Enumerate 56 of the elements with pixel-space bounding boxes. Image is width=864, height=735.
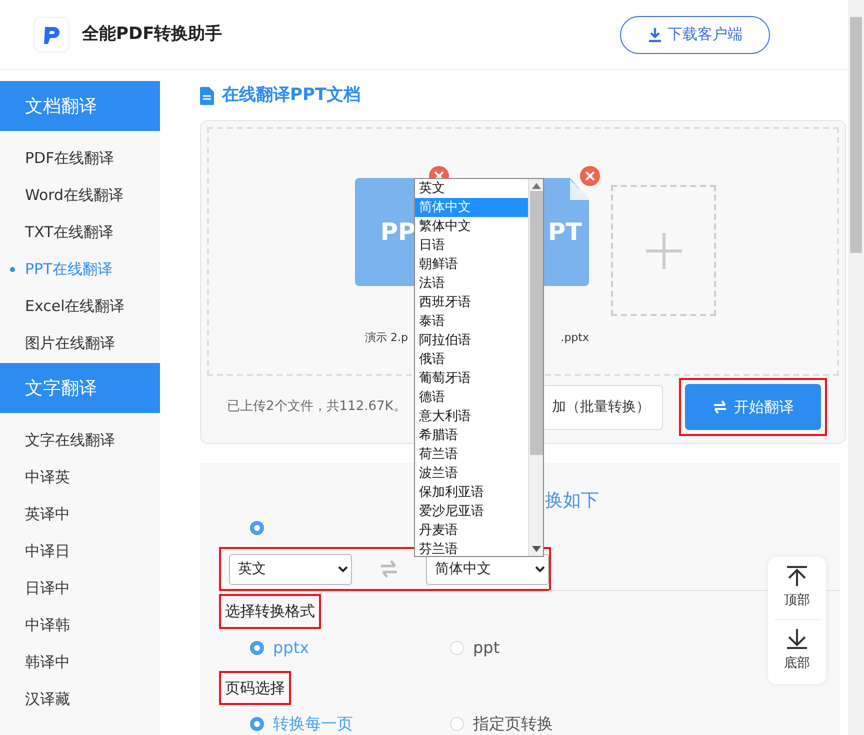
dropdown-option[interactable]: 俄语: [415, 350, 528, 369]
sidebar-item[interactable]: TXT在线翻译: [0, 214, 160, 251]
sidebar-item[interactable]: 日译中: [0, 570, 160, 607]
file-name: 演示 2.p: [365, 330, 408, 346]
dropdown-option[interactable]: 爱沙尼亚语: [415, 502, 528, 521]
sidebar-item[interactable]: 英译中: [0, 496, 160, 533]
sidebar-item[interactable]: Excel在线翻译: [0, 288, 160, 325]
dropdown-option[interactable]: 保加利亚语: [415, 483, 528, 502]
radio-option[interactable]: ppt: [450, 636, 650, 660]
document-icon: [200, 87, 214, 105]
section-heading: 换如下: [545, 489, 600, 511]
sidebar-item[interactable]: 中译日: [0, 533, 160, 570]
scrollbar[interactable]: [848, 0, 864, 735]
page-title: 在线翻译PPT文档: [222, 84, 361, 108]
go-to-bottom-button[interactable]: 底部: [784, 620, 810, 682]
add-file-button[interactable]: [611, 185, 716, 316]
scroll-down-arrow-icon[interactable]: [532, 546, 540, 552]
section-label: 页码选择: [221, 672, 289, 703]
dropdown-option[interactable]: 葡萄牙语: [415, 369, 528, 388]
sidebar-item[interactable]: 中译韩: [0, 607, 160, 644]
dropdown-option[interactable]: 意大利语: [415, 407, 528, 426]
back-to-top-button[interactable]: 顶部: [784, 557, 810, 619]
sidebar-item[interactable]: 韩译中: [0, 644, 160, 681]
sidebar-item[interactable]: 图片在线翻译: [0, 325, 160, 362]
radio-option[interactable]: 指定页转换: [450, 712, 650, 735]
arrow-down-icon: [786, 628, 808, 650]
sidebar-item[interactable]: PDF在线翻译: [0, 140, 160, 177]
download-button[interactable]: 下载客户端: [620, 16, 770, 54]
scroll-up-arrow-icon[interactable]: [532, 183, 540, 189]
sidebar-section-header: 文字翻译: [0, 363, 160, 413]
arrow-up-icon: [786, 565, 808, 588]
file-name: .pptx: [560, 330, 589, 346]
upload-summary: 已上传2个文件，共112.67K。: [227, 398, 406, 416]
section-label: 选择转换格式: [221, 596, 319, 626]
dropdown-option[interactable]: 芬兰语: [415, 540, 528, 556]
plus-icon: [644, 230, 684, 270]
scrollbar[interactable]: [528, 179, 543, 556]
download-icon: [648, 26, 662, 42]
sidebar-section-header: 文档翻译: [0, 81, 160, 131]
dropdown-option[interactable]: 荷兰语: [415, 445, 528, 464]
sidebar-item[interactable]: Word在线翻译: [0, 177, 160, 214]
dropdown-option[interactable]: 德语: [415, 388, 528, 407]
source-language-select[interactable]: 英文: [229, 554, 352, 584]
sidebar-item[interactable]: 汉译藏: [0, 681, 160, 718]
dropdown-option[interactable]: 丹麦语: [415, 521, 528, 540]
dropdown-option[interactable]: 希腊语: [415, 426, 528, 445]
radio-button[interactable]: [250, 521, 264, 535]
dropdown-option[interactable]: 阿拉伯语: [415, 331, 528, 350]
dropdown-option[interactable]: 西班牙语: [415, 293, 528, 312]
app-title: 全能PDF转换助手: [82, 22, 222, 46]
sidebar-item[interactable]: 文字在线翻译: [0, 422, 160, 459]
swap-icon: [712, 399, 728, 415]
dropdown-option[interactable]: 泰语: [415, 312, 528, 331]
swap-icon[interactable]: [379, 560, 399, 578]
dropdown-option[interactable]: 波兰语: [415, 464, 528, 483]
sidebar-item[interactable]: 中译英: [0, 459, 160, 496]
